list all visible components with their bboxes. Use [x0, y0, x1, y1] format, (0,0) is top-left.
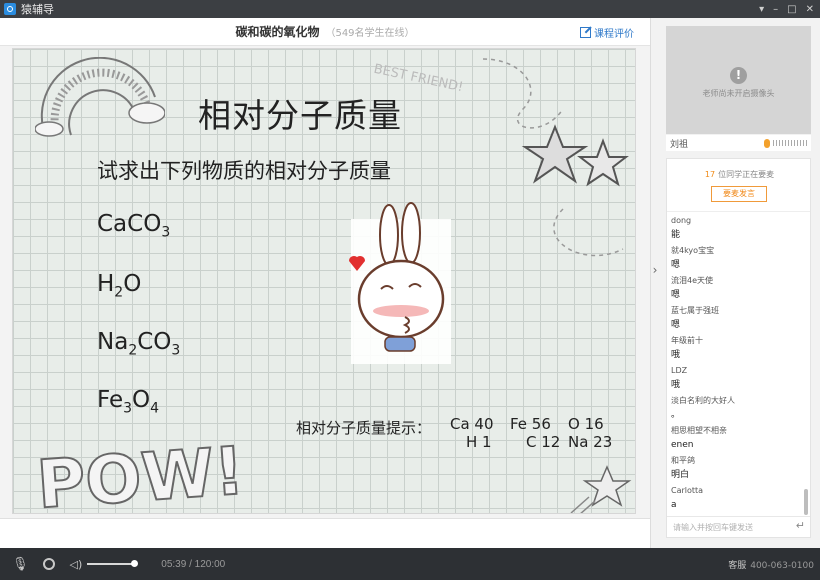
menu-dropdown-icon[interactable]: ▾ [759, 4, 764, 15]
formula-fe3o4: Fe3O4 [97, 387, 160, 417]
maximize-icon[interactable]: □ [787, 4, 796, 15]
send-enter-icon[interactable]: ↵ [796, 519, 805, 532]
chat-text: 嗯 [671, 320, 681, 330]
formula-caco3: CaCO3 [97, 211, 171, 241]
course-rating-label: 课程评价 [594, 29, 634, 40]
online-count: （549名学生在线） [325, 28, 415, 39]
collapse-panel-icon[interactable]: › [650, 263, 660, 277]
chat-username: 淡白名利的大好人 [671, 396, 735, 405]
chat-message: 流泪4e天使嗯 [671, 274, 803, 304]
support-label: 客服 [728, 560, 747, 571]
edit-icon [580, 27, 591, 38]
microphone-toggle-icon[interactable]: 🎙 [12, 557, 29, 572]
teacher-name: 刘祖 [670, 139, 689, 150]
volume-knob[interactable] [131, 560, 139, 567]
minimize-icon[interactable]: – [773, 4, 778, 15]
course-rating-button[interactable]: 课程评价 [580, 25, 634, 40]
window-controls: ▾ – □ ✕ [759, 4, 814, 15]
chat-text: 明白 [671, 470, 690, 480]
warning-icon: ! [730, 67, 747, 84]
teacher-audio-row: 刘祖 [666, 135, 811, 151]
courseware-slide: BEST FRIEND! 相对分子质量 试求出下列物质的相对分子质量 CaCO3… [12, 48, 636, 514]
app-title: 猿辅导 [21, 3, 54, 16]
chat-text: a [671, 500, 677, 510]
chat-message: 和平鸽 明白 [671, 454, 803, 484]
pow-doodle-icon: POW! [34, 431, 248, 514]
app-logo-icon [4, 3, 16, 15]
chat-text: 嗯 [671, 290, 681, 300]
slide-stage: BEST FRIEND! 相对分子质量 试求出下列物质的相对分子质量 CaCO3… [0, 46, 650, 518]
chat-input[interactable]: 请输入并按回车键发送 [667, 516, 810, 538]
slide-prompt: 试求出下列物质的相对分子质量 [97, 159, 391, 183]
stage-footer [0, 518, 650, 548]
chat-text: 哦 [671, 380, 681, 390]
chat-message-list: dong 能 就4kyo宝宝嗯 流泪4e天使嗯 蓝七属于强班嗯 年级前十哦 LDZ… [671, 214, 803, 514]
teacher-camera: ! 老师尚未开启摄像头 [666, 26, 811, 134]
hint-value: O 16 [568, 415, 604, 433]
hint-row-2: H 1 C 12 Na 23 [450, 433, 612, 451]
settings-gear-icon[interactable] [42, 558, 55, 570]
speaker-icon[interactable]: ◁) [70, 558, 83, 571]
chat-username: 相思相望不相亲 [671, 426, 727, 435]
microphone-icon [764, 138, 770, 148]
hint-value: Na 23 [568, 433, 613, 451]
chat-message: 就4kyo宝宝嗯 [671, 244, 803, 274]
chat-message: 蓝七属于强班嗯 [671, 304, 803, 334]
chat-username: 就4kyo宝宝 [671, 246, 715, 255]
lesson-name: 碳和碳的氧化物 [235, 25, 320, 39]
raise-hand-info: 17 位同学正在要麦 [667, 169, 812, 180]
hint-value: Ca 40 [450, 415, 494, 433]
formula-na2co3: Na2CO3 [97, 329, 181, 359]
stars-doodle-icon [482, 58, 629, 257]
chat-text: 。 [671, 410, 681, 420]
playback-time: 05:39 / 120:00 [161, 558, 226, 570]
hint-value: Fe 56 [510, 415, 551, 433]
audio-level-meter [773, 140, 807, 146]
chat-divider [667, 211, 810, 212]
chat-panel: 17 位同学正在要麦 要麦发言 dong 能 就4kyo宝宝嗯 流泪4e天使嗯 蓝七… [666, 158, 811, 538]
chat-username: LDZ [671, 366, 688, 375]
chat-message: dong 能 [671, 214, 803, 244]
chat-username: Carlotta [671, 486, 704, 495]
chat-message: 相思相望不相亲 enen [671, 424, 803, 454]
chat-message: 年级前十哦 [671, 334, 803, 364]
chat-text: enen [671, 440, 694, 450]
slide-heading: 相对分子质量 [198, 96, 402, 135]
volume-slider[interactable] [87, 560, 139, 567]
support-phone: 400-063-0100 [750, 560, 814, 571]
raise-hand-count: 17 [704, 170, 716, 179]
hint-row-1: Ca 40 Fe 56 O 16 [450, 415, 612, 433]
atomic-mass-hints: Ca 40 Fe 56 O 16 H 1 C 12 Na 23 [450, 415, 612, 451]
lesson-title: 碳和碳的氧化物 （549名学生在线） [0, 18, 650, 46]
formula-h2o: H2O [97, 271, 142, 301]
raise-hand-text: 位同学正在要麦 [718, 170, 775, 179]
customer-service: 客服 400-063-0100 [728, 558, 814, 571]
lesson-header: 碳和碳的氧化物 （549名学生在线） 课程评价 [0, 18, 650, 46]
control-bar: 🎙 ◁) 05:39 / 120:00 客服 400-063-0100 [0, 548, 820, 580]
hint-value: H 1 [466, 433, 492, 451]
chat-username: 年级前十 [671, 336, 703, 345]
chat-text: 能 [671, 230, 681, 240]
raise-hand-button[interactable]: 要麦发言 [711, 186, 767, 202]
chat-text: 嗯 [671, 260, 681, 270]
svg-text:POW!: POW! [35, 432, 247, 514]
chat-message: 淡白名利的大好人。 [671, 394, 803, 424]
chat-username: 流泪4e天使 [671, 276, 714, 285]
chat-username: 和平鸽 [671, 456, 695, 465]
close-icon[interactable]: ✕ [806, 4, 814, 15]
rainbow-doodle-icon [35, 57, 165, 137]
chat-scrollbar[interactable] [804, 489, 808, 515]
camera-off-message: 老师尚未开启摄像头 [702, 89, 775, 98]
hint-value: C 12 [526, 433, 561, 451]
chat-username: 蓝七属于强班 [671, 306, 719, 315]
chat-message: LDZ 哦 [671, 364, 803, 394]
shooting-star-icon [570, 465, 632, 513]
chat-message: Carlotta a [671, 484, 803, 514]
chat-username: dong [671, 216, 692, 225]
hint-label: 相对分子质量提示： [296, 419, 432, 437]
chat-text: 哦 [671, 350, 681, 360]
window-titlebar: 猿辅导 ▾ – □ ✕ [0, 0, 820, 18]
bunny-illustration-icon [349, 202, 451, 364]
